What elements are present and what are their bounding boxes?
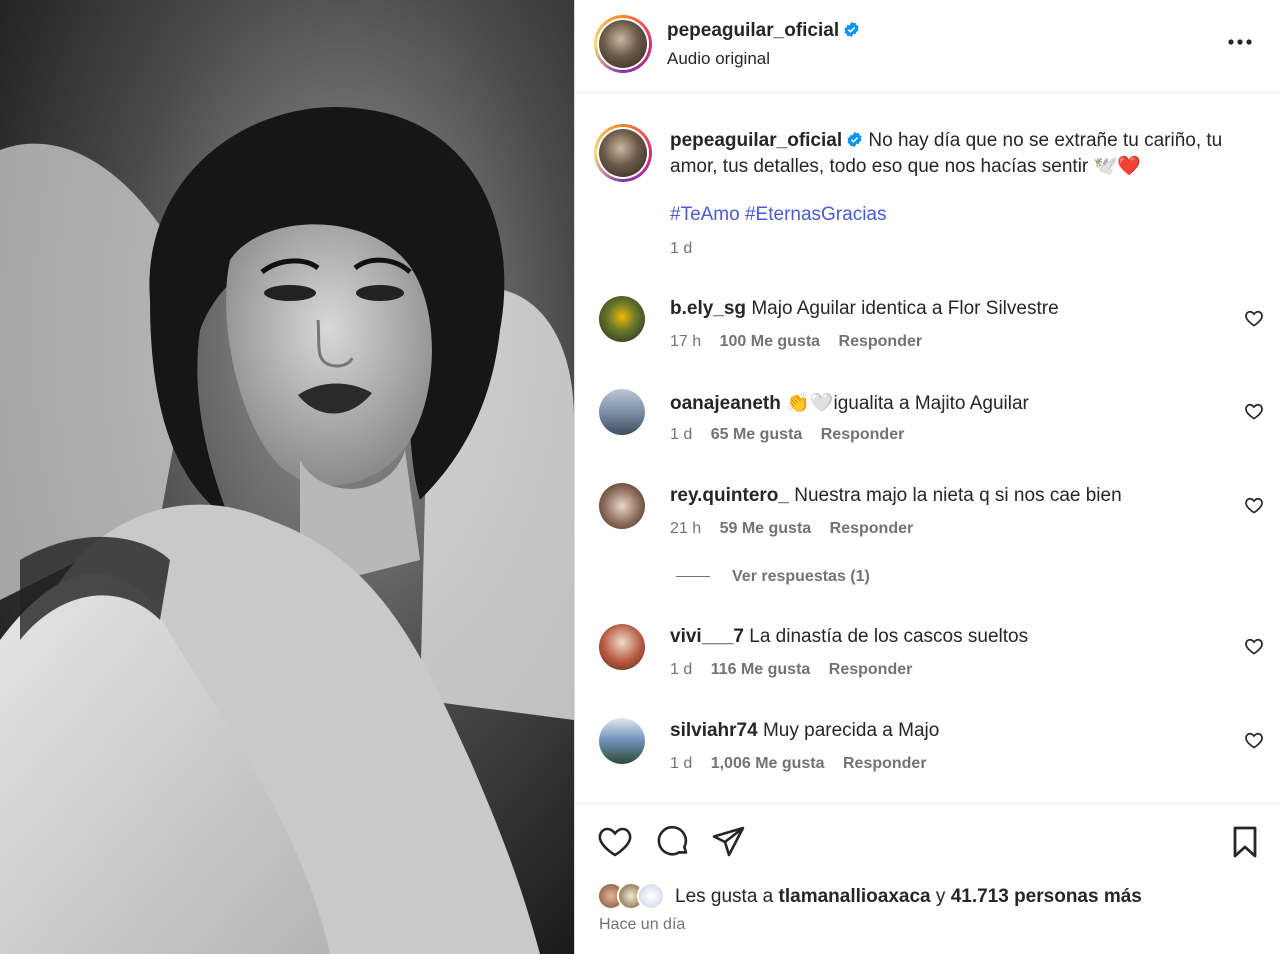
like-icon[interactable] xyxy=(597,824,633,860)
comment-emoji: 👏🤍 xyxy=(786,393,834,414)
caption-avatar[interactable] xyxy=(594,124,652,182)
comment-meta: 1 d 116 Me gusta Responder xyxy=(670,661,926,679)
hashtag-link[interactable]: #TeAmo xyxy=(670,204,740,225)
comment-meta: 1 d 1,006 Me gusta Responder xyxy=(670,755,941,773)
commenter-avatar[interactable] xyxy=(599,296,645,342)
comment-likes[interactable]: 116 Me gusta xyxy=(711,661,811,678)
comment-likes[interactable]: 65 Me gusta xyxy=(711,426,803,443)
comment-body: rey.quintero_ Nuestra majo la nieta q si… xyxy=(670,485,1122,507)
heart-icon[interactable] xyxy=(1244,730,1264,750)
comment-likes[interactable]: 100 Me gusta xyxy=(720,333,820,350)
post-header: pepeaguilar_oficial Audio original xyxy=(575,0,1280,93)
comment-body: vivi___7 La dinastía de los cascos suelt… xyxy=(670,626,1028,648)
likes-prefix: Les gusta a xyxy=(675,886,774,907)
heart-icon[interactable] xyxy=(1244,401,1264,421)
reply-button[interactable]: Responder xyxy=(821,426,905,443)
comment-item: silviahr74 Muy parecida a Majo 1 d 1,006… xyxy=(575,718,1280,798)
likes-count[interactable]: 41.713 personas más xyxy=(951,886,1142,907)
bookmark-icon[interactable] xyxy=(1227,824,1263,860)
comment-username[interactable]: b.ely_sg xyxy=(670,298,746,319)
verified-badge-icon xyxy=(844,21,859,38)
post-actions: Les gusta a tlamanallioaxaca y 41.713 pe… xyxy=(575,803,1280,954)
post-photo xyxy=(0,0,574,954)
view-replies-button[interactable]: Ver respuestas (1) xyxy=(676,568,870,586)
likes-user[interactable]: tlamanallioaxaca xyxy=(779,886,931,907)
portrait-image xyxy=(0,0,574,954)
author-username[interactable]: pepeaguilar_oficial xyxy=(667,20,860,42)
comment-username[interactable]: vivi___7 xyxy=(670,626,744,647)
reply-button[interactable]: Responder xyxy=(829,661,913,678)
verified-badge-icon xyxy=(847,131,862,148)
view-replies-label[interactable]: Ver respuestas (1) xyxy=(732,568,870,585)
caption-emoji: 🕊️❤️ xyxy=(1093,156,1141,177)
replies-divider xyxy=(676,576,710,578)
comment-body: oanajeaneth 👏🤍igualita a Majito Aguilar xyxy=(670,391,1029,415)
comment-icon[interactable] xyxy=(655,824,691,860)
hashtag-link[interactable]: #EternasGracias xyxy=(745,204,887,225)
post-side-panel: pepeaguilar_oficial Audio original pepea… xyxy=(574,0,1280,954)
heart-icon[interactable] xyxy=(1244,495,1264,515)
commenter-avatar[interactable] xyxy=(599,718,645,764)
caption-hashtags: #TeAmo #EternasGracias xyxy=(670,204,887,226)
comment-username[interactable]: silviahr74 xyxy=(670,720,758,741)
comment-item: rey.quintero_ Nuestra majo la nieta q si… xyxy=(575,483,1280,563)
share-icon[interactable] xyxy=(711,824,747,860)
comment-text: igualita a Majito Aguilar xyxy=(833,393,1029,414)
comment-time[interactable]: 17 h xyxy=(670,333,701,350)
commenter-avatar[interactable] xyxy=(599,483,645,529)
more-options-icon[interactable] xyxy=(1225,30,1255,54)
commenter-avatar[interactable] xyxy=(599,624,645,670)
comment-text: Muy parecida a Majo xyxy=(762,720,940,741)
post-date[interactable]: Hace un día xyxy=(599,916,685,934)
reply-button[interactable]: Responder xyxy=(839,333,923,350)
commenter-avatar[interactable] xyxy=(599,389,645,435)
comment-username[interactable]: oanajeaneth xyxy=(670,393,781,414)
comment-meta: 1 d 65 Me gusta Responder xyxy=(670,426,918,444)
caption-time[interactable]: 1 d xyxy=(670,240,692,258)
comment-text: La dinastía de los cascos sueltos xyxy=(749,626,1029,647)
comment-text: Majo Aguilar identica a Flor Silvestre xyxy=(751,298,1059,319)
comment-time[interactable]: 1 d xyxy=(670,755,692,772)
likes-connector: y xyxy=(935,886,946,907)
audio-label[interactable]: Audio original xyxy=(667,49,770,69)
author-avatar[interactable] xyxy=(594,15,652,73)
comment-meta: 21 h 59 Me gusta Responder xyxy=(670,520,927,538)
reply-button[interactable]: Responder xyxy=(843,755,927,772)
comment-meta: 17 h 100 Me gusta Responder xyxy=(670,333,936,351)
caption-username[interactable]: pepeaguilar_oficial xyxy=(670,130,842,151)
liker-avatar[interactable] xyxy=(637,882,665,910)
author-username-text[interactable]: pepeaguilar_oficial xyxy=(667,20,839,41)
comment-body: b.ely_sg Majo Aguilar identica a Flor Si… xyxy=(670,298,1059,320)
comment-time[interactable]: 1 d xyxy=(670,426,692,443)
comment-time[interactable]: 21 h xyxy=(670,520,701,537)
comment-likes[interactable]: 1,006 Me gusta xyxy=(711,755,825,772)
comment-text: Nuestra majo la nieta q si nos cae bien xyxy=(794,485,1122,506)
comment-item: vivi___7 La dinastía de los cascos suelt… xyxy=(575,624,1280,704)
caption-text-block: pepeaguilar_oficial No hay día que no se… xyxy=(670,128,1265,180)
comment-item: oanajeaneth 👏🤍igualita a Majito Aguilar … xyxy=(575,389,1280,469)
comment-username[interactable]: rey.quintero_ xyxy=(670,485,789,506)
comment-time[interactable]: 1 d xyxy=(670,661,692,678)
likes-summary: Les gusta a tlamanallioaxaca y 41.713 pe… xyxy=(675,886,1142,908)
comment-item: b.ely_sg Majo Aguilar identica a Flor Si… xyxy=(575,296,1280,376)
comment-body: silviahr74 Muy parecida a Majo xyxy=(670,720,939,742)
reply-button[interactable]: Responder xyxy=(830,520,914,537)
comment-likes[interactable]: 59 Me gusta xyxy=(720,520,812,537)
heart-icon[interactable] xyxy=(1244,636,1264,656)
heart-icon[interactable] xyxy=(1244,308,1264,328)
